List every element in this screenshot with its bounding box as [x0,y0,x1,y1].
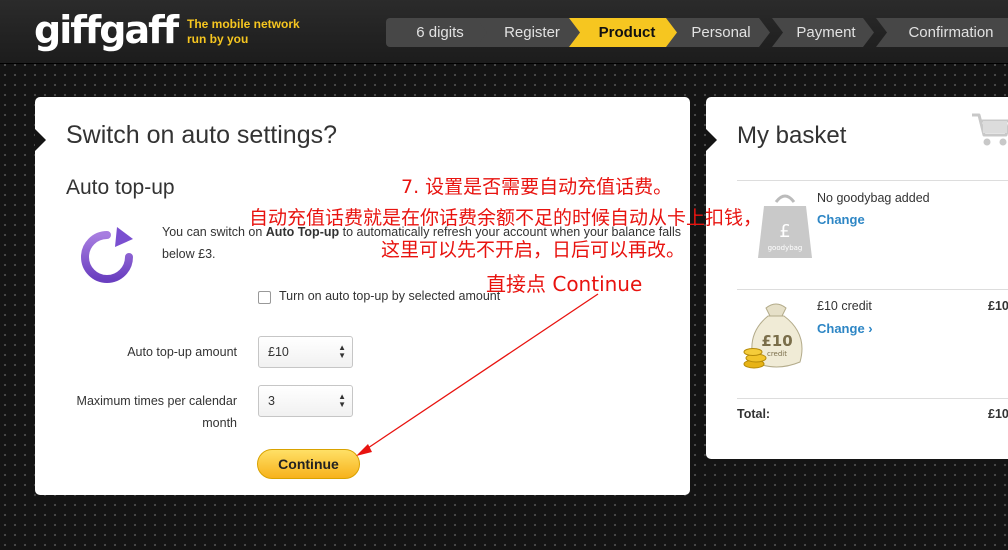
total-value: £10 [988,407,1008,421]
step-product: Product [569,18,679,47]
total-label: Total: [737,407,771,421]
step-6-digits: 6 digits [386,18,494,47]
auto-topup-checkbox[interactable] [258,291,271,304]
max-times-label: Maximum times per calendar month [76,394,237,430]
continue-button[interactable]: Continue [257,449,360,479]
max-times-select-value: 3 [268,394,275,408]
top-bar: giffgaff The mobile network run by you 6… [0,0,1008,64]
divider [737,180,1008,181]
annotation-explanation: 自动充值话费就是在你话费余额不足的时候自动从卡上扣钱， [249,207,763,229]
basket-title: My basket [737,122,847,149]
amount-select[interactable]: £10 ▲ ▼ [258,336,353,368]
amount-select-value: £10 [268,345,289,359]
select-arrows-icon: ▲ ▼ [338,343,346,360]
money-bag-icon: £10 credit [743,303,803,369]
card-notch [706,129,717,151]
refresh-icon [81,227,133,283]
divider [737,289,1008,290]
svg-text:£: £ [779,221,790,242]
goodybag-change-link[interactable]: Change [817,212,865,227]
page-title: Switch on auto settings? [66,121,337,149]
section-title: Auto top-up [66,176,175,199]
giffgaff-logo[interactable]: giffgaff [34,8,179,52]
shopping-cart-icon [972,113,1008,146]
goodybag-icon: £ goodybag [758,194,812,258]
divider [737,398,1008,399]
svg-text:£10: £10 [761,332,792,350]
tagline: The mobile network run by you [187,17,300,46]
step-personal: Personal [666,18,770,47]
annotation-note: 这里可以先不开启，日后可以再改。 [381,239,686,261]
amount-label: Auto top-up amount [127,345,237,359]
step-payment: Payment [772,18,874,47]
select-arrows-icon: ▲ ▼ [338,392,346,409]
svg-text:credit: credit [767,350,787,358]
card-notch [35,129,46,151]
annotation-step: 7. 设置是否需要自动充值话费。 [401,176,673,198]
step-register: Register [476,18,582,47]
step-confirmation: Confirmation [876,18,1008,47]
auto-topup-checkbox-label[interactable]: Turn on auto top-up by selected amount [279,289,500,303]
credit-item-name: £10 credit [817,299,872,313]
basket-card: My basket £ goodybag No goodybag added C… [706,97,1008,459]
svg-text:goodybag: goodybag [768,244,803,252]
goodybag-item-name: No goodybag added [817,191,930,205]
annotation-instruction: 直接点 Continue [486,272,643,296]
credit-change-link[interactable]: Change › [817,321,873,336]
max-times-select[interactable]: 3 ▲ ▼ [258,385,353,417]
credit-item-price: £10 [988,299,1008,313]
